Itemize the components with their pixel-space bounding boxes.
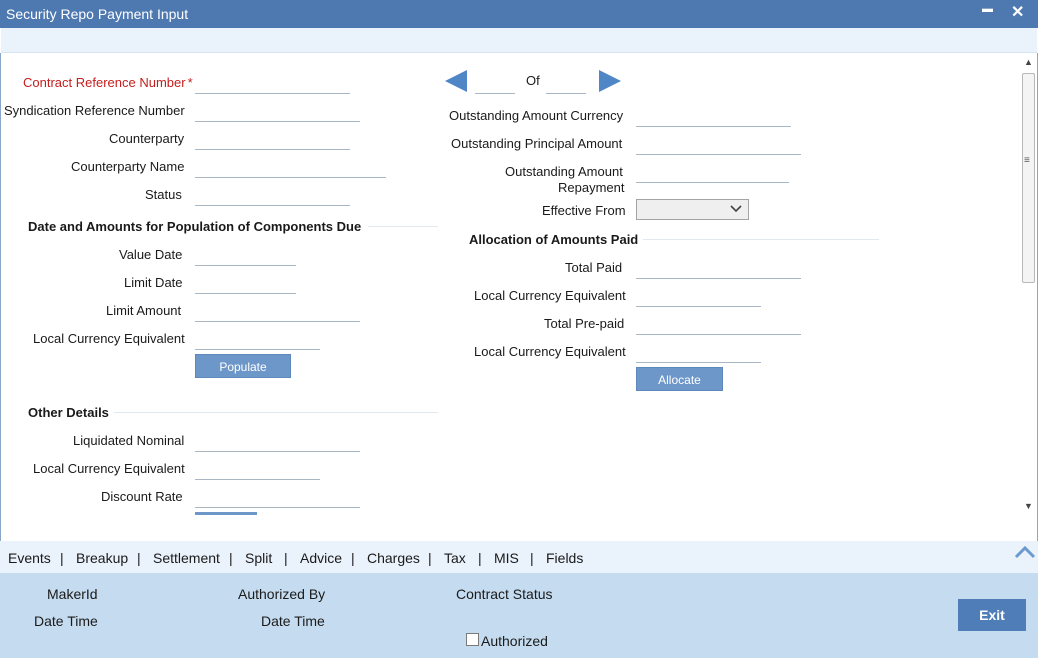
outstanding-principal-input[interactable] [636,135,801,155]
local-currency-equivalent-label: Local Currency Equivalent [33,331,185,346]
tab-events[interactable]: Events [8,550,51,566]
audit-footer: MakerId Date Time Authorized By Date Tim… [0,573,1038,658]
maker-id-label: MakerId [47,586,98,602]
tab-separator: | [351,550,355,566]
effective-from-select[interactable] [636,199,749,220]
tab-separator: | [530,550,534,566]
exit-button[interactable]: Exit [958,599,1026,631]
syndication-ref-input[interactable] [195,102,360,122]
counterparty-label: Counterparty [109,131,185,146]
liquidated-nominal-label: Liquidated Nominal [73,433,185,448]
outstanding-currency-label: Outstanding Amount Currency [449,108,624,123]
section-allocation-heading: Allocation of Amounts Paid [469,232,639,247]
tab-tax[interactable]: Tax [444,550,466,566]
discount-rate-label: Discount Rate [101,489,183,504]
chevron-down-icon [730,202,742,217]
limit-amount-input[interactable] [195,302,360,322]
section-divider [368,226,438,227]
status-input[interactable] [195,186,350,206]
tab-separator: | [137,550,141,566]
subsystem-tabs: Events | Breakup | Settlement | Split | … [0,541,1038,573]
date-time-label: Date Time [261,613,325,629]
section-divider [114,412,438,413]
populate-button[interactable]: Populate [195,354,291,378]
allocate-button[interactable]: Allocate [636,367,723,391]
local-currency-equivalent-label: Local Currency Equivalent [33,461,185,476]
tab-separator: | [428,550,432,566]
tab-settlement[interactable]: Settlement [153,550,220,566]
total-paid-input[interactable] [636,259,801,279]
local-currency-equivalent-input[interactable] [636,343,761,363]
minimize-icon[interactable]: ▬ [982,3,993,15]
limit-date-label: Limit Date [124,275,183,290]
total-prepaid-label: Total Pre-paid [544,316,625,331]
toolbar-strip [1,28,1037,53]
local-currency-equivalent-label: Local Currency Equivalent [474,344,626,359]
limit-date-input[interactable] [195,274,296,294]
section-divider [643,239,879,240]
outstanding-principal-label: Outstanding Principal Amount [451,136,623,151]
local-currency-equivalent-input[interactable] [636,287,761,307]
outstanding-currency-input[interactable] [636,107,791,127]
scroll-thumb[interactable] [1022,73,1035,283]
of-label: Of [526,73,540,88]
authorized-label: Authorized [481,633,548,649]
effective-from-label: Effective From [542,203,626,218]
contract-status-label: Contract Status [456,586,553,602]
status-label: Status [145,187,182,202]
total-records-input[interactable] [546,74,586,94]
limit-amount-label: Limit Amount [106,303,182,318]
value-date-label: Value Date [119,247,183,262]
outstanding-repayment-label: Outstanding Amount [505,164,623,179]
authorized-by-label: Authorized By [238,586,326,602]
close-icon[interactable]: ✕ [1011,2,1024,22]
outstanding-repayment-input[interactable] [636,163,789,183]
discount-rate-input[interactable] [195,488,360,508]
tab-separator: | [478,550,482,566]
section-other-heading: Other Details [28,405,109,420]
local-currency-equivalent-input[interactable] [195,460,320,480]
tab-separator: | [229,550,233,566]
contract-ref-input[interactable] [195,74,350,94]
counterparty-name-label: Counterparty Name [71,159,185,174]
scroll-grip-icon: ≡ [1024,155,1030,166]
authorized-checkbox[interactable] [466,633,479,646]
tab-breakup[interactable]: Breakup [76,550,128,566]
date-time-label: Date Time [34,613,98,629]
outstanding-repayment-label-line2: Repayment [558,180,625,195]
section-dates-heading: Date and Amounts for Population of Compo… [28,219,362,234]
counterparty-name-input[interactable] [195,158,386,178]
syndication-ref-label: Syndication Reference Number [4,103,185,118]
tab-separator: | [284,550,288,566]
window-title: Security Repo Payment Input [6,6,189,22]
local-currency-equivalent-label: Local Currency Equivalent [474,288,626,303]
vertical-scrollbar[interactable]: ▲ ≡ ▼ [1021,55,1036,515]
total-prepaid-input[interactable] [636,315,801,335]
value-date-input[interactable] [195,246,296,266]
next-arrow-icon[interactable] [599,70,621,92]
required-mark: * [187,75,193,90]
current-record-input[interactable] [475,74,515,94]
scroll-up-icon[interactable]: ▲ [1024,57,1033,67]
contract-ref-label: Contract Reference Number * [23,75,193,90]
counterparty-input[interactable] [195,130,350,150]
total-paid-label: Total Paid [565,260,623,275]
title-bar: Security Repo Payment Input ▬ ✕ [0,0,1038,28]
collapse-chevron-icon[interactable] [1014,540,1036,566]
tab-fields[interactable]: Fields [546,550,583,566]
tab-mis[interactable]: MIS [494,550,519,566]
partial-button[interactable] [195,512,257,515]
scroll-down-icon[interactable]: ▼ [1024,501,1033,511]
tab-separator: | [60,550,64,566]
tab-advice[interactable]: Advice [300,550,342,566]
tab-charges[interactable]: Charges [367,550,420,566]
previous-arrow-icon[interactable] [445,70,467,92]
local-currency-equivalent-input[interactable] [195,330,320,350]
liquidated-nominal-input[interactable] [195,432,360,452]
tab-split[interactable]: Split [245,550,272,566]
